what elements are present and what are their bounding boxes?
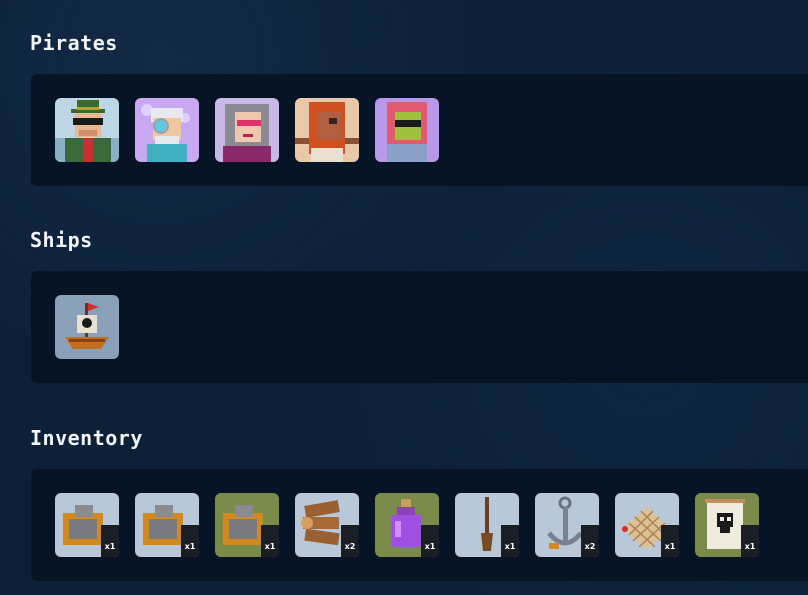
pirate-red-hair-icon [295, 102, 359, 162]
inventory-panel: x1 x1 x1 x2 x1 x1 x2 x1 x1 [31, 469, 808, 581]
pirate-captain-icon [55, 100, 119, 162]
inventory-item-3[interactable]: x1 [215, 493, 279, 557]
item-quantity: x1 [741, 525, 759, 557]
item-quantity: x2 [581, 525, 599, 557]
item-quantity: x2 [341, 525, 359, 557]
pirates-panel [31, 74, 808, 186]
inventory-item-9[interactable]: x1 [695, 493, 759, 557]
item-quantity: x1 [181, 525, 199, 557]
pirate-tile-4[interactable] [295, 98, 359, 162]
ships-title: Ships [30, 228, 93, 252]
inventory-item-4[interactable]: x2 [295, 493, 359, 557]
inventory-item-1[interactable]: x1 [55, 493, 119, 557]
inventory-item-6[interactable]: x1 [455, 493, 519, 557]
pirate-tile-3[interactable] [215, 98, 279, 162]
item-quantity: x1 [421, 525, 439, 557]
ships-panel [31, 271, 808, 383]
item-quantity: x1 [661, 525, 679, 557]
item-quantity: x1 [501, 525, 519, 557]
inventory-item-7[interactable]: x2 [535, 493, 599, 557]
inventory-item-2[interactable]: x1 [135, 493, 199, 557]
pirate-zombie-icon [387, 102, 427, 162]
inventory-item-5[interactable]: x1 [375, 493, 439, 557]
pirate-tile-5[interactable] [375, 98, 439, 162]
ship-tile-1[interactable] [55, 295, 119, 359]
pirate-woman-icon [223, 104, 271, 162]
inventory-title: Inventory [30, 426, 143, 450]
item-quantity: x1 [101, 525, 119, 557]
pirate-ship-icon [65, 303, 109, 349]
inventory-item-8[interactable]: x1 [615, 493, 679, 557]
pirates-title: Pirates [30, 31, 118, 55]
pirate-tile-2[interactable] [135, 98, 199, 162]
pirate-tile-1[interactable] [55, 98, 119, 162]
item-quantity: x1 [261, 525, 279, 557]
pirate-goggles-icon [141, 104, 190, 162]
